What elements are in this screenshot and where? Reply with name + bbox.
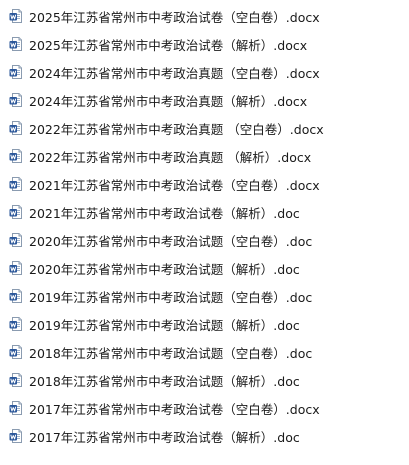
file-name: 2025年江苏省常州市中考政治试卷（解析）.docx	[29, 37, 308, 53]
word-doc-icon	[9, 149, 22, 163]
file-item[interactable]: 2019年江苏省常州市中考政治试题（空白卷）.doc	[0, 282, 409, 310]
file-item[interactable]: 2024年江苏省常州市中考政治真题（解析）.docx	[0, 86, 409, 114]
file-name: 2020年江苏省常州市中考政治试题（空白卷）.doc	[29, 233, 313, 249]
file-name: 2018年江苏省常州市中考政治试题（空白卷）.doc	[29, 345, 313, 361]
file-name: 2021年江苏省常州市中考政治试卷（解析）.doc	[29, 205, 300, 221]
file-name: 2024年江苏省常州市中考政治真题（解析）.docx	[29, 93, 308, 109]
word-doc-icon	[9, 177, 22, 191]
file-item[interactable]: 2024年江苏省常州市中考政治真题（空白卷）.docx	[0, 58, 409, 86]
word-doc-icon	[9, 233, 22, 247]
file-item[interactable]: 2020年江苏省常州市中考政治试题（解析）.doc	[0, 254, 409, 282]
word-doc-icon	[9, 9, 22, 23]
file-item[interactable]: 2017年江苏省常州市中考政治试卷（解析）.doc	[0, 422, 409, 450]
file-name: 2019年江苏省常州市中考政治试题（解析）.doc	[29, 317, 300, 333]
file-name: 2017年江苏省常州市中考政治试卷（空白卷）.docx	[29, 401, 320, 417]
word-doc-icon	[9, 429, 22, 443]
file-item[interactable]: 2021年江苏省常州市中考政治试卷（解析）.doc	[0, 198, 409, 226]
word-doc-icon	[9, 289, 22, 303]
file-item[interactable]: 2019年江苏省常州市中考政治试题（解析）.doc	[0, 310, 409, 338]
file-name: 2020年江苏省常州市中考政治试题（解析）.doc	[29, 261, 300, 277]
word-doc-icon	[9, 345, 22, 359]
word-doc-icon	[9, 121, 22, 135]
word-doc-icon	[9, 317, 22, 331]
file-name: 2018年江苏省常州市中考政治试题（解析）.doc	[29, 373, 300, 389]
word-doc-icon	[9, 93, 22, 107]
file-item[interactable]: 2022年江苏省常州市中考政治真题 （解析）.docx	[0, 142, 409, 170]
file-item[interactable]: 2017年江苏省常州市中考政治试卷（空白卷）.docx	[0, 394, 409, 422]
word-doc-icon	[9, 261, 22, 275]
word-doc-icon	[9, 37, 22, 51]
file-list: 2025年江苏省常州市中考政治试卷（空白卷）.docx 2025年江苏省常州市中…	[0, 0, 409, 450]
file-name: 2024年江苏省常州市中考政治真题（空白卷）.docx	[29, 65, 320, 81]
file-item[interactable]: 2018年江苏省常州市中考政治试题（空白卷）.doc	[0, 338, 409, 366]
word-doc-icon	[9, 373, 22, 387]
file-name: 2022年江苏省常州市中考政治真题 （空白卷）.docx	[29, 121, 324, 137]
file-name: 2019年江苏省常州市中考政治试题（空白卷）.doc	[29, 289, 313, 305]
file-name: 2025年江苏省常州市中考政治试卷（空白卷）.docx	[29, 9, 320, 25]
file-item[interactable]: 2021年江苏省常州市中考政治试卷（空白卷）.docx	[0, 170, 409, 198]
file-name: 2022年江苏省常州市中考政治真题 （解析）.docx	[29, 149, 312, 165]
word-doc-icon	[9, 65, 22, 79]
file-name: 2017年江苏省常州市中考政治试卷（解析）.doc	[29, 429, 300, 445]
word-doc-icon	[9, 205, 22, 219]
word-doc-icon	[9, 401, 22, 415]
file-name: 2021年江苏省常州市中考政治试卷（空白卷）.docx	[29, 177, 320, 193]
file-item[interactable]: 2025年江苏省常州市中考政治试卷（空白卷）.docx	[0, 2, 409, 30]
file-item[interactable]: 2018年江苏省常州市中考政治试题（解析）.doc	[0, 366, 409, 394]
file-item[interactable]: 2022年江苏省常州市中考政治真题 （空白卷）.docx	[0, 114, 409, 142]
file-item[interactable]: 2020年江苏省常州市中考政治试题（空白卷）.doc	[0, 226, 409, 254]
file-item[interactable]: 2025年江苏省常州市中考政治试卷（解析）.docx	[0, 30, 409, 58]
